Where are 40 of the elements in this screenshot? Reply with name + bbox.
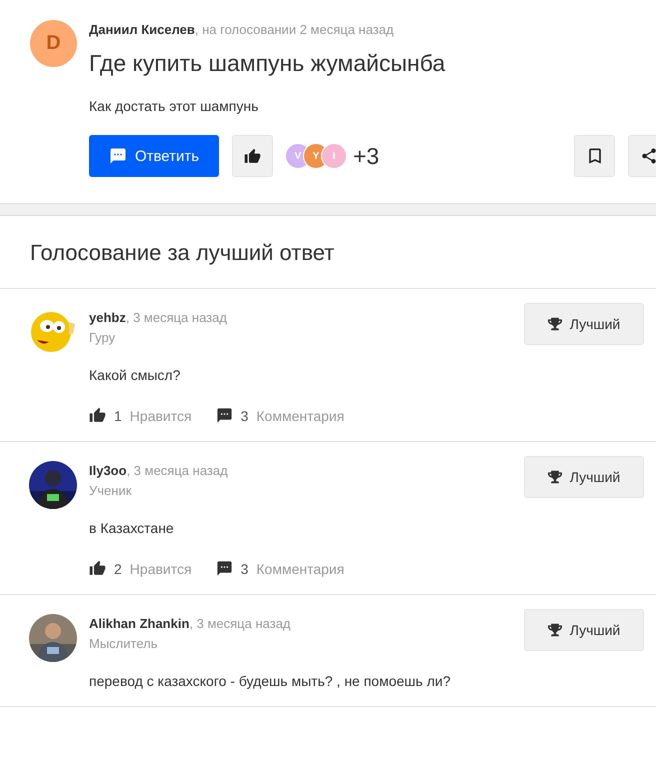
comment-icon[interactable] [216, 407, 233, 424]
answer-text: в Казахстане [89, 520, 175, 536]
user-avatar: D [30, 20, 77, 67]
post-meta: , на голосовании 2 месяца назад [194, 22, 394, 37]
voter-avatar: I [321, 143, 347, 169]
reply-button[interactable]: Ответить [89, 135, 219, 177]
chat-icon [108, 147, 127, 165]
trophy-icon [548, 470, 562, 484]
like-icon[interactable] [89, 407, 106, 424]
post-meta: , 3 месяца назад [126, 463, 228, 478]
user-rank: Гуру [89, 330, 116, 345]
post-meta: , 3 месяца назад [126, 310, 227, 325]
best-answer-button[interactable]: Лучший [524, 456, 644, 498]
best-answer-button[interactable]: Лучший [524, 609, 644, 651]
answer-text: Какой смысл? [89, 367, 182, 383]
like-count: 1 [114, 408, 122, 424]
thumbs-up-icon [244, 148, 261, 164]
post-meta: , 3 месяца назад [189, 616, 291, 631]
answer-text: перевод с казахского - будешь мыть? , не помоешь ли? [89, 673, 452, 689]
author-name[interactable]: Даниил Киселев [89, 22, 195, 37]
trophy-icon [548, 317, 562, 331]
more-voters-count: +3 [353, 142, 380, 170]
comment-count: 3 [240, 408, 248, 424]
user-rank: Ученик [89, 483, 132, 498]
author-name[interactable]: yehbz [89, 310, 126, 325]
section-heading: Голосование за лучший ответ [0, 216, 656, 289]
question-text: Как достать этот шампунь [89, 97, 260, 115]
like-icon[interactable] [89, 560, 106, 577]
question-title: Где купить шампунь жумайсынба [89, 49, 446, 77]
like-count: 2 [114, 560, 122, 576]
author-name[interactable]: Alikhan Zhankin [89, 616, 190, 631]
author-name[interactable]: Ily3oo [89, 463, 127, 478]
comment-icon[interactable] [216, 560, 233, 577]
comment-count: 3 [240, 560, 248, 576]
bookmark-button[interactable] [574, 135, 615, 177]
trophy-icon [548, 623, 562, 637]
user-rank: Мыслитель [89, 636, 158, 651]
share-icon [640, 147, 656, 165]
best-answer-button[interactable]: Лучший [524, 303, 644, 345]
like-button[interactable] [232, 135, 273, 177]
